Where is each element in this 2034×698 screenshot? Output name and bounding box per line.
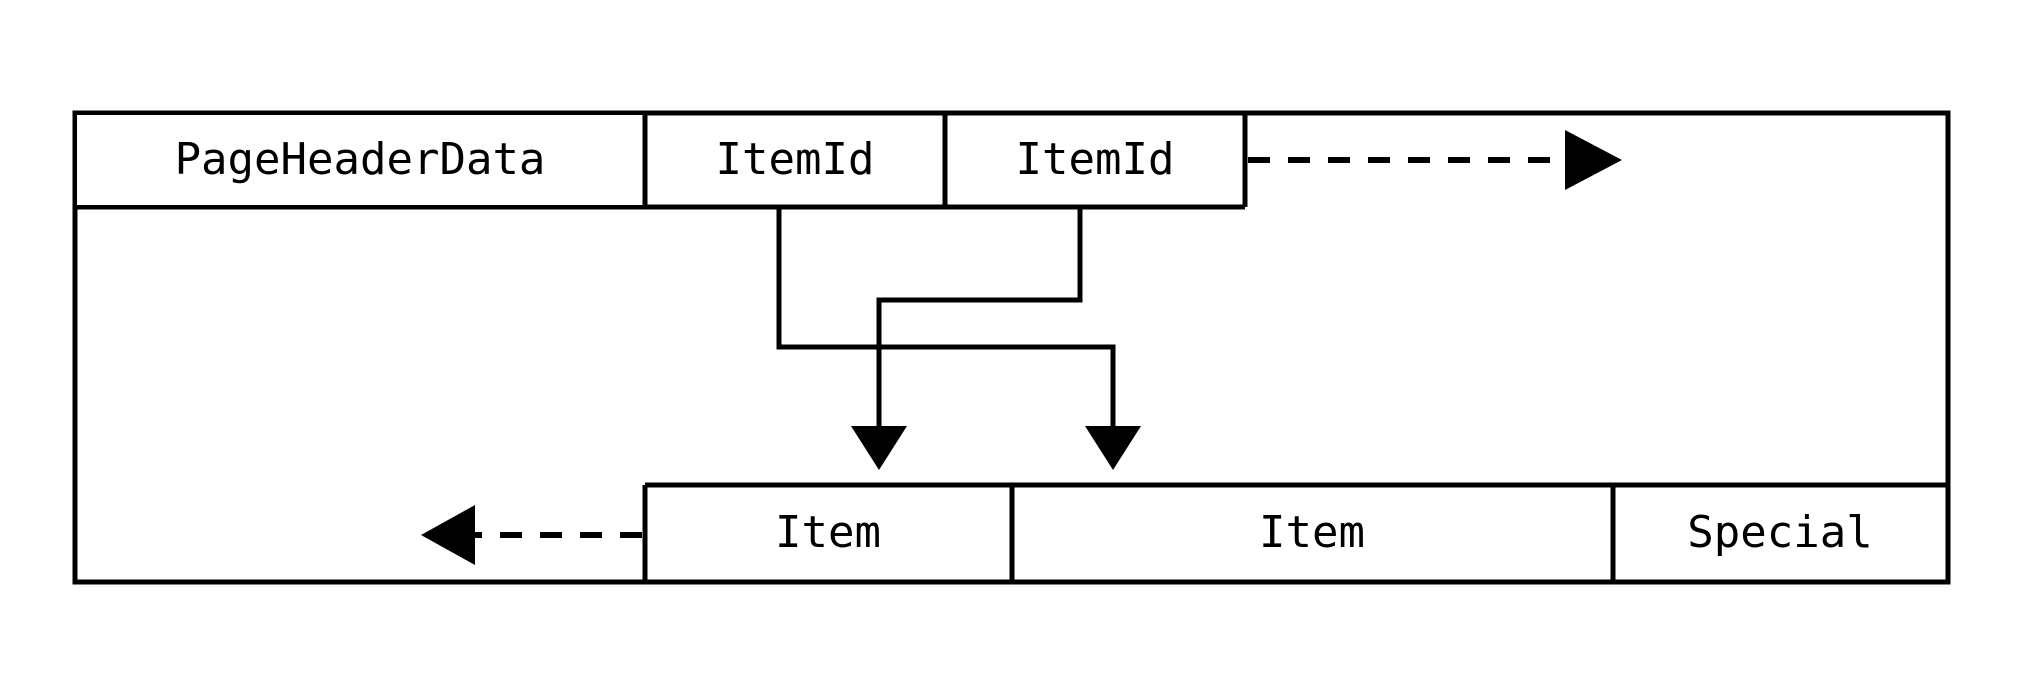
header-cell-itemid-2[interactable]: ItemId	[1016, 134, 1175, 185]
header-cell-itemid-1[interactable]: ItemId	[716, 134, 875, 185]
page-layout-diagram: PageHeaderData ItemId ItemId Item Item S…	[72, 110, 1951, 585]
header-cell-itemid-1-label: ItemId	[716, 134, 875, 185]
footer-cell-special-label: Special	[1687, 507, 1872, 558]
header-cell-pageheaderdata-label: PageHeaderData	[175, 134, 546, 185]
diagram-canvas: PageHeaderData ItemId ItemId Item Item S…	[0, 0, 2034, 698]
footer-cell-special[interactable]: Special	[1687, 507, 1872, 558]
footer-cell-item-2-label: Item	[1259, 507, 1365, 558]
header-cell-itemid-2-label: ItemId	[1016, 134, 1175, 185]
footer-cell-item-2[interactable]: Item	[1259, 507, 1365, 558]
footer-cell-item-1-label: Item	[775, 507, 881, 558]
footer-cell-item-1[interactable]: Item	[775, 507, 881, 558]
header-cell-pageheaderdata[interactable]: PageHeaderData	[77, 115, 643, 205]
